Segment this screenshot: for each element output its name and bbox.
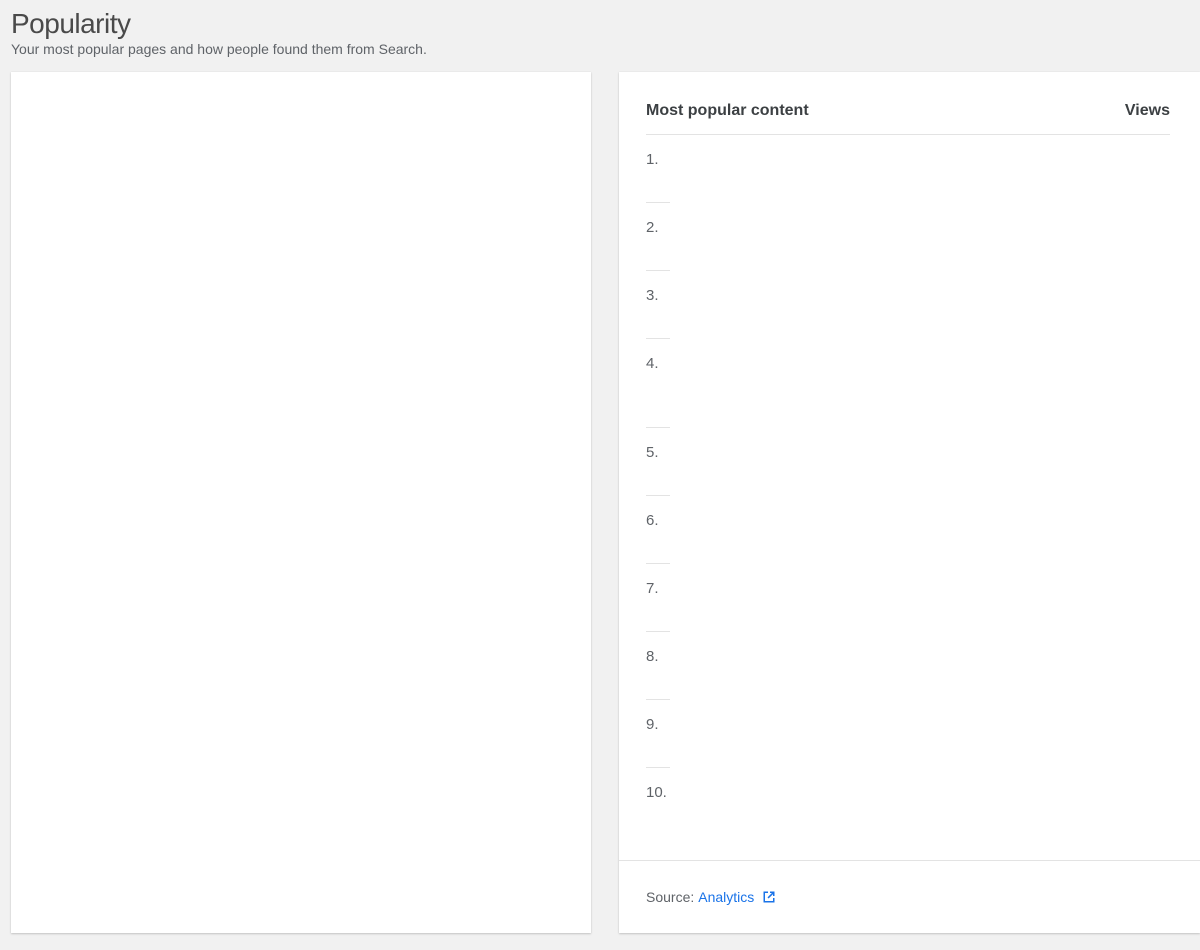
rank-number: 4. [646,355,659,372]
list-item: 10. [646,768,670,835]
popular-content-card: Most popular content Views 1. 2. 3. 4. 5… [619,72,1200,933]
list-item: 9. [646,700,670,768]
rank-number: 2. [646,219,659,236]
rank-number: 9. [646,716,659,733]
list-item: 7. [646,564,670,632]
analytics-link[interactable]: Analytics [698,889,777,905]
list-item: 1. [646,135,670,203]
list-item: 3. [646,271,670,339]
rank-number: 6. [646,512,659,529]
rank-number: 3. [646,287,659,304]
rank-number: 7. [646,580,659,597]
rank-number: 8. [646,648,659,665]
page-subtitle: Your most popular pages and how people f… [11,41,427,57]
list-item: 5. [646,428,670,496]
source-line: Source: Analytics [646,889,777,905]
column-header-content: Most popular content [646,102,809,119]
card-footer: Source: Analytics [619,860,1200,933]
open-in-new-icon [763,891,775,903]
chart-card [11,72,591,933]
table-header: Most popular content Views [646,94,1170,135]
list-item: 2. [646,203,670,271]
analytics-link-label: Analytics [698,889,755,905]
rank-number: 5. [646,444,659,461]
list-item: 6. [646,496,670,564]
popular-content-list: 1. 2. 3. 4. 5. 6. 7. 8. 9. 10. [646,135,706,835]
rank-number: 10. [646,784,667,801]
rank-number: 1. [646,151,659,168]
page-title: Popularity [11,8,131,39]
list-item: 8. [646,632,670,700]
popularity-page: Popularity Your most popular pages and h… [0,0,1200,950]
list-item: 4. [646,339,670,428]
column-header-views: Views [1124,102,1170,119]
source-label: Source: [646,889,695,905]
